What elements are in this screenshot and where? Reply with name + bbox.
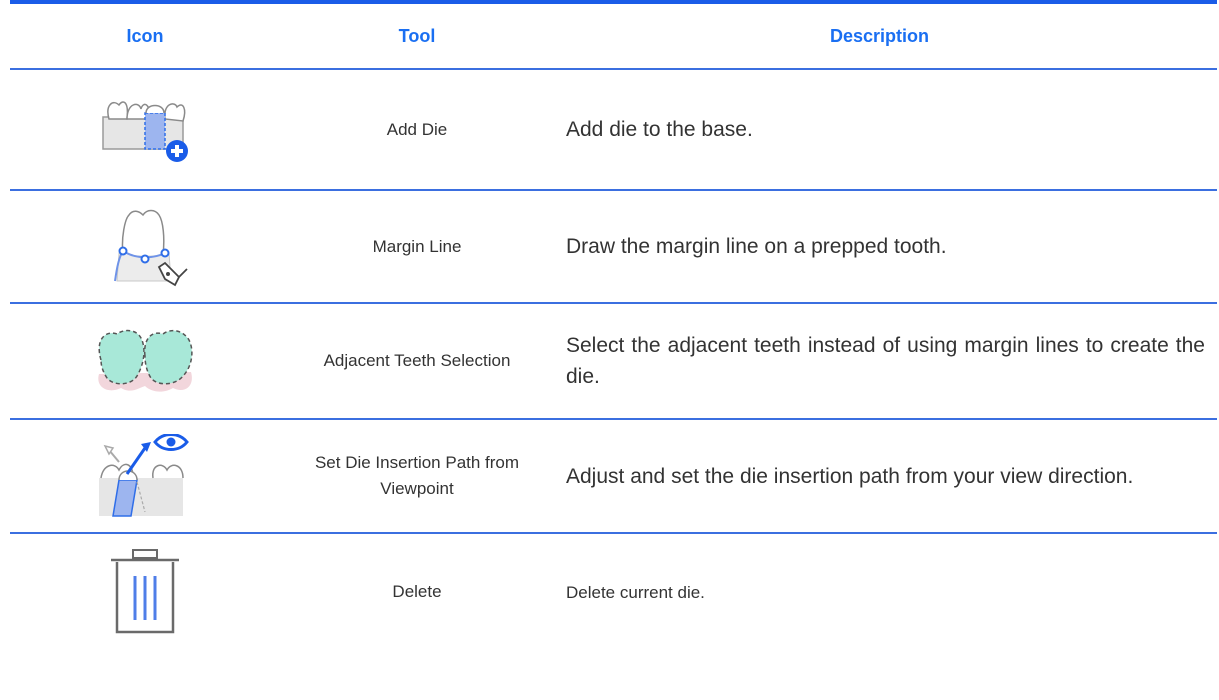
tools-table: Icon Tool Description Add Die Add die to…	[10, 0, 1217, 650]
table-row: Delete Delete current die.	[10, 534, 1217, 650]
set-die-insertion-path-icon	[99, 434, 189, 517]
add-die-icon-cell	[10, 95, 280, 165]
tool-name: Adjacent Teeth Selection	[323, 351, 511, 370]
adjacent-teeth-icon-cell	[10, 326, 280, 396]
table-row: Margin Line Draw the margin line on a pr…	[10, 191, 1217, 304]
header-icon: Icon	[126, 25, 164, 46]
header-description: Description	[829, 25, 930, 46]
trash-icon	[111, 549, 179, 634]
tool-description: Draw the margin line on a prepped tooth.	[566, 235, 947, 258]
header-tool: Tool	[398, 26, 436, 46]
adjacent-teeth-selection-icon	[98, 329, 193, 392]
tool-description: Delete current die.	[566, 582, 705, 602]
margin-line-icon-cell	[10, 207, 280, 287]
tool-name: Delete	[392, 582, 442, 601]
table-header-row: Icon Tool Description	[10, 4, 1217, 70]
tool-description: Add die to the base.	[566, 118, 753, 141]
margin-line-icon	[114, 209, 188, 286]
trash-icon-cell	[10, 548, 280, 636]
insertion-path-icon-cell	[10, 434, 280, 518]
tool-description: Select the adjacent teeth instead of usi…	[566, 334, 1205, 388]
tool-name: Add Die	[386, 119, 448, 139]
table-row: Add Die Add die to the base.	[10, 70, 1217, 191]
tool-description: Adjust and set the die insertion path fr…	[566, 464, 1134, 488]
table-row: Adjacent Teeth Selection Select the adja…	[10, 304, 1217, 420]
tool-name: Margin Line	[372, 236, 462, 256]
tool-name: Set Die Insertion Path from Viewpoint	[314, 453, 520, 498]
table-row: Set Die Insertion Path from Viewpoint Ad…	[10, 420, 1217, 534]
add-die-icon	[102, 100, 188, 162]
